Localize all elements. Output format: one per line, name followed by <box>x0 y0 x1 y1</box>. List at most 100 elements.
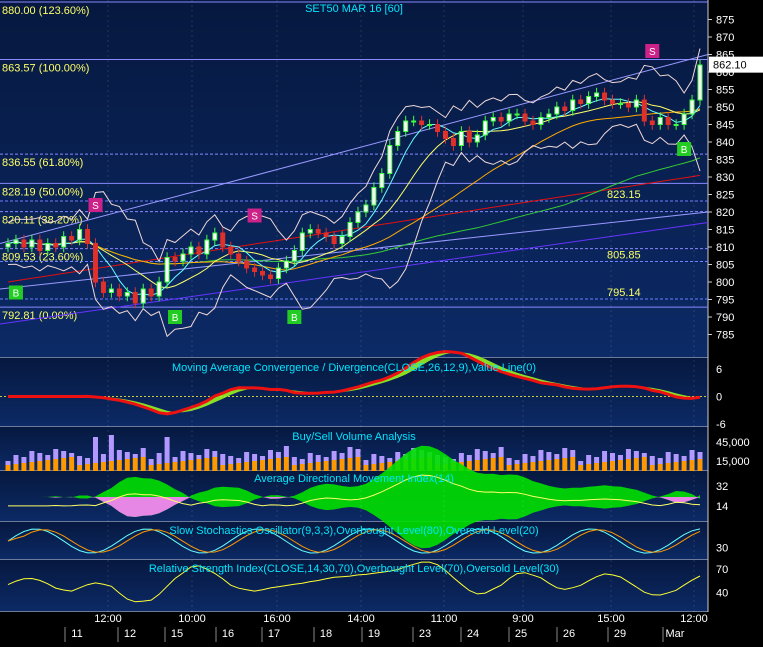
volume-bar-buy <box>482 451 488 459</box>
volume-bar-sell <box>665 463 671 471</box>
volume-bar-buy <box>363 460 369 465</box>
xaxis-time-label: 14:00 <box>347 613 375 625</box>
candle <box>673 124 679 126</box>
candle <box>363 204 369 213</box>
xaxis-time-label: 10:00 <box>178 613 206 625</box>
ytick-label: 820 <box>716 207 734 219</box>
adx-title: Average Directional Movement Index(14) <box>254 473 454 485</box>
candle <box>291 250 297 262</box>
candle <box>657 117 663 125</box>
ytick-label: 870 <box>716 32 734 44</box>
candle <box>419 120 425 125</box>
candle <box>315 229 321 234</box>
macd-ytick: -6 <box>716 419 726 431</box>
volume-bar-buy <box>196 455 202 459</box>
adx-ytick: 14 <box>716 501 728 513</box>
volume-bar-sell <box>578 465 584 471</box>
volume-bar-buy <box>172 457 178 462</box>
volume-bar-buy <box>323 457 329 461</box>
candle <box>482 120 488 136</box>
volume-bar-sell <box>108 461 114 471</box>
volume-bar-buy <box>69 453 75 457</box>
volume-bar-sell <box>307 463 313 471</box>
candle <box>355 211 361 223</box>
candle <box>299 232 305 251</box>
volume-bar-buy <box>387 458 393 462</box>
volume-bar-buy <box>602 451 608 462</box>
candle <box>69 236 75 241</box>
candle <box>156 281 162 297</box>
candle <box>77 229 83 241</box>
candle <box>641 99 647 122</box>
volume-bar-buy <box>578 461 584 465</box>
candle <box>546 113 552 118</box>
volume-bar-sell <box>61 458 67 471</box>
candle <box>649 120 655 125</box>
ytick-label: 805 <box>716 260 734 272</box>
candle <box>435 124 441 132</box>
candle <box>92 243 98 283</box>
rsi-ytick: 40 <box>716 587 728 599</box>
ytick-label: 800 <box>716 277 734 289</box>
ytick-label: 825 <box>716 190 734 202</box>
volume-bar-sell <box>53 459 59 471</box>
candle <box>347 222 353 237</box>
volume-bar-sell <box>85 464 91 471</box>
candle <box>283 260 289 269</box>
volume-bar-buy <box>339 453 345 459</box>
volume-bar-sell <box>92 463 98 471</box>
fib-label-3: 828.19 (50.00%) <box>2 186 83 198</box>
volume-bar-sell <box>657 464 663 471</box>
candle <box>689 99 695 115</box>
volume-bar-buy <box>283 446 289 457</box>
volume-bar-sell <box>69 457 75 471</box>
volume-bar-buy <box>649 456 655 465</box>
level-label-1: 805.85 <box>607 250 641 262</box>
volume-bar-buy <box>108 435 114 461</box>
volume-bar-sell <box>633 458 639 471</box>
candle <box>538 117 544 125</box>
candle <box>450 138 456 146</box>
volume-bar-buy <box>371 454 377 464</box>
signal-label: S <box>92 201 99 212</box>
volume-bar-sell <box>267 459 273 471</box>
volume-bar-buy <box>244 452 250 462</box>
volume-bar-sell <box>228 464 234 471</box>
volume-bar-sell <box>355 457 361 471</box>
volume-bar-buy <box>204 449 210 458</box>
volume-bar-buy <box>299 459 305 464</box>
xaxis-time-label: 11:00 <box>431 613 458 625</box>
candle <box>594 92 600 97</box>
volume-bar-buy <box>562 448 568 458</box>
candle <box>100 281 106 293</box>
volume-bar-buy <box>164 437 170 463</box>
volume-bar-sell <box>617 460 623 471</box>
candle <box>220 232 226 248</box>
volume-bar-buy <box>355 449 361 457</box>
macd-ytick: 0 <box>716 392 722 404</box>
volume-bar-buy <box>506 458 512 465</box>
ytick-label: 850 <box>716 102 734 114</box>
volume-bar-buy <box>315 455 321 462</box>
candle <box>172 257 178 262</box>
volume-bar-sell <box>506 465 512 471</box>
candle <box>212 232 218 241</box>
volume-bar-buy <box>554 454 560 459</box>
volume-bar-buy <box>116 450 122 460</box>
volume-bar-sell <box>363 465 369 471</box>
candle <box>602 92 608 101</box>
xaxis-date-label: Mar <box>666 628 685 640</box>
candle <box>331 236 337 244</box>
volume-bar-sell <box>77 465 83 471</box>
candle <box>116 288 122 297</box>
volume-bar-buy <box>570 450 576 457</box>
volume-bar-sell <box>697 459 703 471</box>
volume-bar-buy <box>29 451 35 462</box>
volume-bar-sell <box>482 459 488 471</box>
volume-bar-buy <box>641 453 647 457</box>
ytick-label: 795 <box>716 295 734 307</box>
volume-bar-buy <box>45 455 51 460</box>
volume-bar-sell <box>124 459 130 471</box>
volume-title: Buy/Sell Volume Analysis <box>292 431 416 443</box>
candle <box>164 257 170 283</box>
